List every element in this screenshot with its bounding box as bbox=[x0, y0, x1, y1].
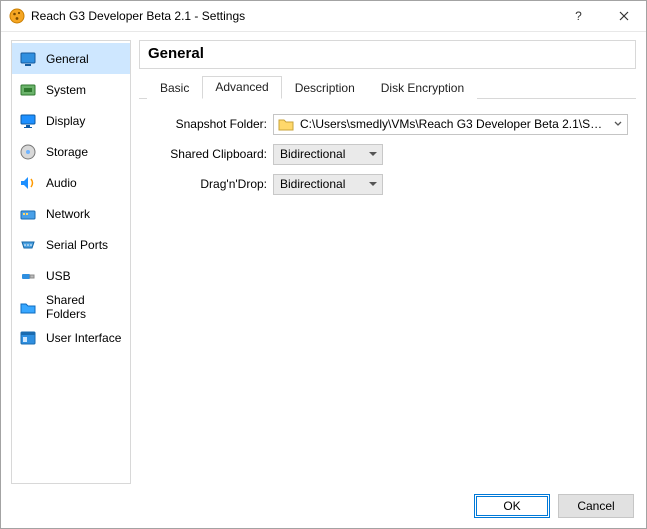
drag-n-drop-value: Bidirectional bbox=[274, 177, 364, 191]
category-sidebar: General System Display Storage Audio Net… bbox=[11, 40, 131, 484]
app-icon bbox=[9, 8, 25, 24]
settings-window: Reach G3 Developer Beta 2.1 - Settings ?… bbox=[0, 0, 647, 529]
storage-icon bbox=[18, 142, 38, 162]
sidebar-item-label: General bbox=[46, 52, 89, 66]
usb-icon bbox=[18, 266, 38, 286]
close-button[interactable] bbox=[601, 2, 646, 31]
sidebar-item-audio[interactable]: Audio bbox=[12, 167, 130, 198]
sidebar-item-general[interactable]: General bbox=[12, 43, 130, 74]
tab-disk-encryption[interactable]: Disk Encryption bbox=[368, 77, 477, 99]
page-title: General bbox=[148, 45, 627, 62]
row-snapshot-folder: Snapshot Folder: C:\Users\smedly\VMs\Rea… bbox=[145, 111, 628, 137]
tab-advanced[interactable]: Advanced bbox=[202, 76, 281, 99]
sidebar-item-label: Display bbox=[46, 114, 85, 128]
drag-n-drop-label: Drag'n'Drop: bbox=[145, 177, 273, 191]
general-icon bbox=[18, 49, 38, 69]
tab-bar: Basic Advanced Description Disk Encrypti… bbox=[139, 75, 636, 99]
sidebar-item-label: Storage bbox=[46, 145, 88, 159]
titlebar: Reach G3 Developer Beta 2.1 - Settings ? bbox=[1, 1, 646, 32]
shared-folders-icon bbox=[18, 297, 38, 317]
sidebar-item-label: System bbox=[46, 83, 86, 97]
sidebar-item-storage[interactable]: Storage bbox=[12, 136, 130, 167]
display-icon bbox=[18, 111, 38, 131]
sidebar-item-system[interactable]: System bbox=[12, 74, 130, 105]
snapshot-folder-combo[interactable]: C:\Users\smedly\VMs\Reach G3 Developer B… bbox=[273, 114, 628, 135]
user-interface-icon bbox=[18, 328, 38, 348]
heading-box: General bbox=[139, 40, 636, 69]
network-icon bbox=[18, 204, 38, 224]
sidebar-item-label: Audio bbox=[46, 176, 77, 190]
drag-n-drop-combo[interactable]: Bidirectional bbox=[273, 174, 383, 195]
close-icon bbox=[619, 11, 629, 21]
advanced-form: Snapshot Folder: C:\Users\smedly\VMs\Rea… bbox=[139, 99, 636, 201]
tab-description[interactable]: Description bbox=[282, 77, 368, 99]
shared-clipboard-value: Bidirectional bbox=[274, 147, 364, 161]
sidebar-item-label: User Interface bbox=[46, 331, 121, 345]
sidebar-item-user-interface[interactable]: User Interface bbox=[12, 322, 130, 353]
folder-icon bbox=[278, 116, 294, 132]
sidebar-item-usb[interactable]: USB bbox=[12, 260, 130, 291]
dialog-body: General System Display Storage Audio Net… bbox=[1, 32, 646, 484]
sidebar-item-label: Network bbox=[46, 207, 90, 221]
row-shared-clipboard: Shared Clipboard: Bidirectional bbox=[145, 141, 628, 167]
audio-icon bbox=[18, 173, 38, 193]
sidebar-item-display[interactable]: Display bbox=[12, 105, 130, 136]
main-panel: General Basic Advanced Description Disk … bbox=[139, 40, 636, 484]
dialog-footer: OK Cancel bbox=[1, 484, 646, 528]
serial-ports-icon bbox=[18, 235, 38, 255]
sidebar-item-network[interactable]: Network bbox=[12, 198, 130, 229]
sidebar-item-label: Serial Ports bbox=[46, 238, 108, 252]
shared-clipboard-combo[interactable]: Bidirectional bbox=[273, 144, 383, 165]
sidebar-item-label: USB bbox=[46, 269, 71, 283]
chevron-down-icon bbox=[609, 121, 627, 127]
sidebar-item-label: Shared Folders bbox=[46, 293, 124, 321]
tab-basic[interactable]: Basic bbox=[147, 77, 202, 99]
sidebar-item-serial-ports[interactable]: Serial Ports bbox=[12, 229, 130, 260]
help-button[interactable]: ? bbox=[556, 2, 601, 31]
cancel-button[interactable]: Cancel bbox=[558, 494, 634, 518]
chevron-down-icon bbox=[364, 182, 382, 187]
shared-clipboard-label: Shared Clipboard: bbox=[145, 147, 273, 161]
window-title: Reach G3 Developer Beta 2.1 - Settings bbox=[31, 9, 556, 23]
snapshot-folder-value: C:\Users\smedly\VMs\Reach G3 Developer B… bbox=[298, 117, 609, 131]
row-drag-n-drop: Drag'n'Drop: Bidirectional bbox=[145, 171, 628, 197]
snapshot-folder-label: Snapshot Folder: bbox=[145, 117, 273, 131]
chevron-down-icon bbox=[364, 152, 382, 157]
ok-button[interactable]: OK bbox=[474, 494, 550, 518]
system-icon bbox=[18, 80, 38, 100]
sidebar-item-shared-folders[interactable]: Shared Folders bbox=[12, 291, 130, 322]
